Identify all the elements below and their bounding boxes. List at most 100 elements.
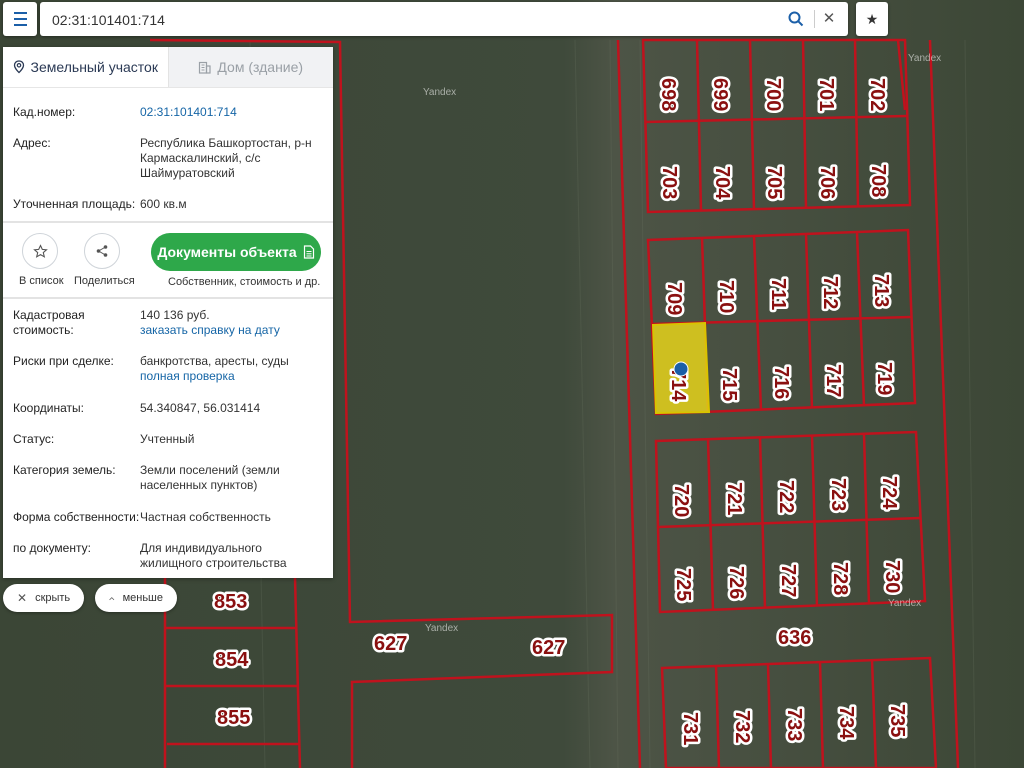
plot-label-705: 705 <box>763 166 785 199</box>
plot-label-722: 722 <box>775 480 797 513</box>
plot-label-709: 709 <box>663 282 685 315</box>
ownership-row: Форма собственности: Частная собственнос… <box>13 510 323 541</box>
ownership-value: Частная собственность <box>140 510 271 524</box>
add-to-list-button[interactable] <box>22 233 58 269</box>
plot-label-700: 700 <box>762 78 784 111</box>
hamburger-menu-icon <box>13 10 27 28</box>
plot-label-732: 732 <box>731 710 753 743</box>
location-marker-icon[interactable] <box>673 361 689 377</box>
collapse-panel-button[interactable]: меньше <box>95 584 177 612</box>
plot-label-698: 698 <box>657 78 679 111</box>
share-label: Поделиться <box>74 275 135 287</box>
cad-number-row: Кад.номер: 02:31:101401:714 <box>13 105 323 136</box>
panel-actions: В список Поделиться Документы объекта Со… <box>3 223 333 297</box>
category-value: Земли поселений (земли населенных пункто… <box>140 463 280 492</box>
plot-label-724: 724 <box>878 476 900 510</box>
plot-label-719: 719 <box>873 362 895 395</box>
plot-label-701: 701 <box>815 78 837 111</box>
order-certificate-link[interactable]: заказать справку на дату <box>140 323 323 338</box>
plot-label-734: 734 <box>835 706 857 740</box>
plot-label-735: 735 <box>886 704 908 737</box>
plot-label-702: 702 <box>866 78 888 111</box>
coords-value: 54.340847, 56.031414 <box>140 401 261 415</box>
risk-row: Риски при сделке: банкротства, аресты, с… <box>13 354 323 401</box>
tab-land-plot[interactable]: Земельный участок <box>3 47 168 87</box>
plot-label-715: 715 <box>718 368 740 401</box>
plot-label-706: 706 <box>816 166 838 199</box>
detail-info: Кадастровая стоимость: 140 136 руб. зака… <box>3 299 333 577</box>
area-label: Уточненная площадь: <box>13 197 136 211</box>
tab-building-label: Дом (здание) <box>217 59 304 75</box>
plot-label-727: 727 <box>777 564 799 597</box>
plot-label-708: 708 <box>867 164 889 197</box>
watermark: Yandex <box>888 598 921 609</box>
plot-label-725: 725 <box>672 568 694 601</box>
risk-label: Риски при сделке: <box>13 354 114 368</box>
plot-label-704: 704 <box>711 166 733 200</box>
coords-row: Координаты: 54.340847, 56.031414 <box>13 401 323 432</box>
cost-label: Кадастровая стоимость: <box>13 308 85 337</box>
plot-label-713: 713 <box>870 274 892 307</box>
plot-label-710: 710 <box>715 280 737 313</box>
document-icon <box>303 245 314 259</box>
plot-label-712: 712 <box>819 276 841 309</box>
cad-number-value[interactable]: 02:31:101401:714 <box>140 105 323 136</box>
documents-label: Документы объекта <box>157 244 297 260</box>
building-icon <box>199 61 212 74</box>
plot-label-854: 854 <box>215 649 249 671</box>
map-pin-icon <box>13 60 24 74</box>
less-label: меньше <box>122 592 163 604</box>
plot-label-726: 726 <box>725 566 747 599</box>
by-document-value: Для индивидуального жилищного строительс… <box>140 541 287 570</box>
address-value: Республика Башкортостан, р-н Кармаскалин… <box>140 136 312 180</box>
address-label: Адрес: <box>13 136 51 150</box>
plot-label-733: 733 <box>783 708 805 741</box>
search-icon[interactable] <box>788 11 804 27</box>
parcel-info-panel: Земельный участок Дом (здание) Кад.номер… <box>3 47 333 578</box>
share-button[interactable] <box>84 233 120 269</box>
plot-label-627-right: 627 <box>532 637 565 659</box>
object-documents-button[interactable]: Документы объекта <box>151 233 321 271</box>
plot-label-730: 730 <box>881 560 903 593</box>
watermark: Yandex <box>908 53 941 64</box>
category-row: Категория земель: Земли поселений (земли… <box>13 463 323 510</box>
plot-label-716: 716 <box>770 366 792 399</box>
plot-label-853: 853 <box>214 591 247 613</box>
close-icon[interactable]: ✕ <box>820 10 838 28</box>
star-outline-icon <box>32 243 48 258</box>
plot-label-728: 728 <box>829 562 851 595</box>
plot-label-720: 720 <box>670 484 692 517</box>
status-row: Статус: Учтенный <box>13 432 323 463</box>
by-document-label: по документу: <box>13 541 91 555</box>
watermark: Yandex <box>425 623 458 634</box>
favorite-button[interactable]: ★ <box>856 2 888 36</box>
search-bar[interactable]: ✕ <box>40 2 848 38</box>
risk-value: банкротства, аресты, суды <box>140 354 289 368</box>
menu-button[interactable] <box>3 2 37 36</box>
plot-label-627-left: 627 <box>374 633 407 655</box>
share-icon <box>96 245 108 257</box>
status-value: Учтенный <box>140 432 195 446</box>
hide-panel-button[interactable]: ✕ скрыть <box>3 584 84 612</box>
plot-label-711: 711 <box>767 278 789 310</box>
plot-label-636: 636 <box>778 627 811 649</box>
cost-value-block: 140 136 руб. заказать справку на дату <box>140 308 323 354</box>
search-input[interactable] <box>50 2 774 38</box>
star-icon: ★ <box>865 10 879 27</box>
ownership-label: Форма собственности: <box>13 510 140 524</box>
tab-land-plot-label: Земельный участок <box>30 59 158 75</box>
watermark: Yandex <box>423 87 456 98</box>
cost-row: Кадастровая стоимость: 140 136 руб. зака… <box>13 308 323 354</box>
tab-building[interactable]: Дом (здание) <box>167 47 333 87</box>
address-row: Адрес: Республика Башкортостан, р-н Карм… <box>13 136 323 197</box>
status-label: Статус: <box>13 432 55 446</box>
full-check-link[interactable]: полная проверка <box>140 369 323 384</box>
area-value: 600 кв.м <box>140 197 187 211</box>
risk-value-block: банкротства, аресты, суды полная проверк… <box>140 354 323 401</box>
panel-tabs: Земельный участок Дом (здание) <box>3 47 333 88</box>
plot-label-855: 855 <box>217 707 250 729</box>
cad-number-label: Кад.номер: <box>13 105 76 119</box>
plot-label-721: 721 <box>723 482 745 515</box>
plot-label-703: 703 <box>658 166 680 199</box>
plot-label-731: 731 <box>679 712 701 745</box>
